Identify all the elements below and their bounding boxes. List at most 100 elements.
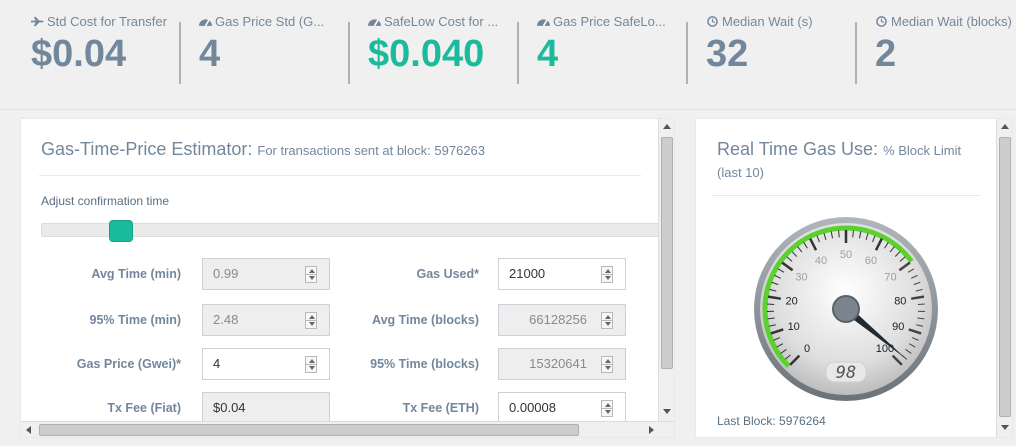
gauge-tick-label: 70 — [884, 272, 896, 284]
gauge-tick-label: 40 — [815, 255, 827, 267]
field-label: Tx Fee (ETH) — [402, 401, 479, 415]
gauge-tick-label: 30 — [795, 272, 807, 284]
gas-price-input[interactable]: 4 — [202, 348, 330, 380]
stat-label: Median Wait (blocks) — [891, 14, 1012, 29]
field-label: Gas Used* — [416, 267, 479, 281]
vertical-scrollbar[interactable] — [996, 119, 1012, 437]
panel-title-text: Gas-Time-Price Estimator: — [41, 139, 253, 159]
stat-value: 2 — [875, 33, 897, 75]
gauge-hub — [832, 295, 860, 323]
panel-subtitle: % Block Limit — [883, 143, 962, 158]
stat-gas-price-std: Gas Price Std (G... 4 — [199, 14, 367, 89]
stepper-icon[interactable] — [305, 266, 317, 283]
field-value: 4 — [213, 356, 221, 371]
pct95-time-min-input[interactable]: 2.48 — [202, 304, 330, 336]
field-label: Tx Fee (Fiat) — [107, 401, 181, 415]
gauge-tick-label: 20 — [786, 295, 798, 307]
stat-label: Median Wait (s) — [722, 14, 813, 29]
last-block-label: Last Block: 5976264 — [717, 414, 826, 428]
gauge-minor-tick — [838, 230, 840, 238]
stat-label: Gas Price SafeLo... — [553, 14, 666, 29]
stat-median-wait-blocks: Median Wait (blocks) 2 — [875, 14, 1016, 89]
gauge-readout: 98 — [836, 363, 856, 383]
horizontal-scrollbar[interactable] — [21, 421, 674, 437]
divider — [712, 195, 980, 196]
stepper-icon[interactable] — [305, 356, 317, 373]
tx-fee-fiat-input[interactable]: $0.04 — [202, 392, 330, 424]
stat-label: SafeLow Cost for ... — [384, 14, 499, 29]
stepper-icon[interactable] — [601, 356, 613, 373]
gauge-tick-label: 90 — [892, 321, 904, 333]
field-value: 66128256 — [529, 312, 587, 327]
clock-icon — [876, 16, 887, 27]
panel-title: Real Time Gas Use: % Block Limit (last 1… — [717, 139, 987, 183]
confirmation-slider-handle[interactable] — [109, 220, 133, 242]
scroll-thumb[interactable] — [39, 424, 579, 436]
gauge-minor-tick — [852, 230, 854, 238]
gauge-tick-label: 100 — [876, 343, 894, 355]
field-value: 15320641 — [529, 356, 587, 371]
dashboard-icon — [199, 19, 212, 27]
stat-value: 4 — [199, 33, 221, 75]
scroll-up-icon[interactable] — [1001, 124, 1009, 129]
gauge-tick-label: 50 — [840, 249, 852, 261]
panel-title-text: Real Time Gas Use: — [717, 139, 879, 159]
divider — [348, 22, 350, 84]
stat-value: $0.04 — [31, 33, 127, 75]
vertical-scrollbar[interactable] — [658, 119, 674, 421]
dashboard-icon — [368, 19, 381, 27]
scroll-down-icon[interactable] — [663, 409, 671, 414]
gauge-tick-label: 10 — [788, 321, 800, 333]
adjust-label: Adjust confirmation time — [41, 194, 170, 208]
stat-value: 32 — [706, 33, 749, 75]
avg-time-blocks-input[interactable]: 66128256 — [498, 304, 626, 336]
estimator-panel: Gas-Time-Price Estimator: For transactio… — [20, 118, 675, 438]
stepper-icon[interactable] — [305, 312, 317, 329]
field-label: 95% Time (blocks) — [370, 357, 479, 371]
field-value: $0.04 — [213, 400, 246, 415]
gas-use-panel: Real Time Gas Use: % Block Limit (last 1… — [695, 118, 1013, 438]
gas-gauge: 0 10 20 30 40 50 60 70 80 90 100 98 — [754, 217, 938, 401]
gauge-tick-label: 80 — [894, 295, 906, 307]
stat-label: Std Cost for Transfer — [47, 14, 167, 29]
stat-value: 4 — [537, 33, 559, 75]
stat-label: Gas Price Std (G... — [215, 14, 325, 29]
gauge-tick-label: 60 — [865, 255, 877, 267]
stepper-icon[interactable] — [601, 312, 613, 329]
confirmation-slider-track[interactable] — [41, 223, 661, 237]
scroll-up-icon[interactable] — [663, 124, 671, 129]
divider — [39, 175, 641, 176]
divider — [517, 22, 519, 84]
stepper-icon[interactable] — [601, 400, 613, 417]
scroll-down-icon[interactable] — [1001, 425, 1009, 430]
field-label: Avg Time (blocks) — [372, 313, 479, 327]
field-value: 0.00008 — [509, 400, 556, 415]
field-value: 21000 — [509, 266, 546, 281]
field-label: 95% Time (min) — [89, 313, 181, 327]
dashboard-icon — [537, 19, 550, 27]
panel-title: Gas-Time-Price Estimator: For transactio… — [41, 139, 485, 160]
stepper-icon[interactable] — [601, 266, 613, 283]
field-value: 2.48 — [213, 312, 239, 327]
stat-std-cost: Std Cost for Transfer $0.04 — [31, 14, 199, 89]
divider — [686, 22, 688, 84]
gas-used-input[interactable]: 21000 — [498, 258, 626, 290]
stat-value: $0.040 — [368, 33, 485, 75]
stats-bar: Std Cost for Transfer $0.04 Gas Price St… — [0, 0, 1016, 110]
tx-fee-eth-input[interactable]: 0.00008 — [498, 392, 626, 424]
scroll-thumb[interactable] — [661, 137, 673, 369]
stat-safelow-cost: SafeLow Cost for ... $0.040 — [368, 14, 536, 89]
pct95-time-blocks-input[interactable]: 15320641 — [498, 348, 626, 380]
clock-icon — [707, 16, 718, 27]
scroll-thumb[interactable] — [999, 137, 1011, 417]
field-value: 0.99 — [213, 266, 239, 281]
panel-subtitle: For transactions sent at block: 5976263 — [257, 143, 486, 158]
scroll-left-icon[interactable] — [26, 426, 31, 434]
field-label: Avg Time (min) — [91, 267, 181, 281]
avg-time-min-input[interactable]: 0.99 — [202, 258, 330, 290]
field-label: Gas Price (Gwei)* — [76, 357, 181, 371]
divider — [855, 22, 857, 84]
stat-gas-price-safelow: Gas Price SafeLo... 4 — [537, 14, 705, 89]
divider — [179, 22, 181, 84]
scroll-right-icon[interactable] — [649, 426, 654, 434]
